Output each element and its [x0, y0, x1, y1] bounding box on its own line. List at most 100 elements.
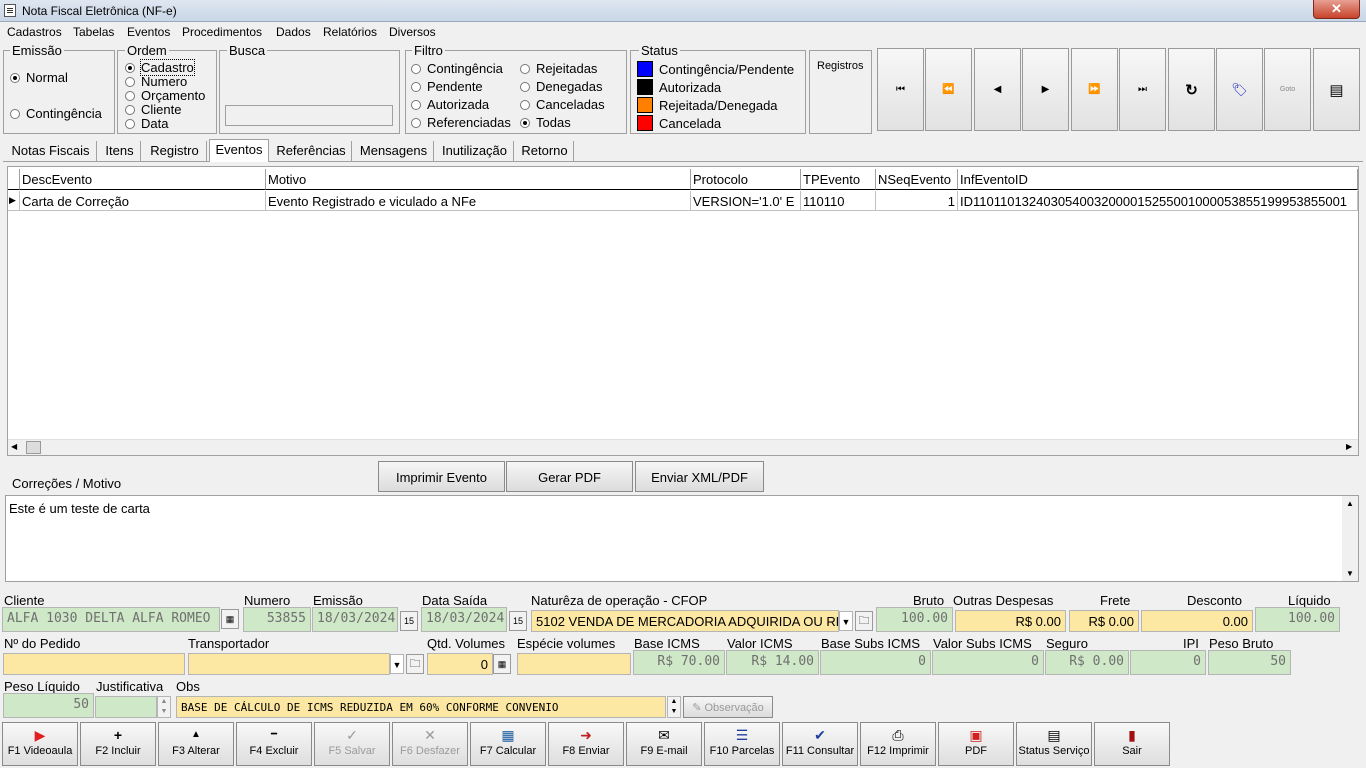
- f5-salvar-button[interactable]: ✓ F5 Salvar: [314, 722, 390, 766]
- col-header-infeventoid[interactable]: InfEventoID: [958, 169, 1358, 190]
- f8-enviar-button[interactable]: ➜ F8 Enviar: [548, 722, 624, 766]
- col-header-tpevento[interactable]: TPEvento: [801, 169, 876, 190]
- peso-bruto-field[interactable]: 50: [1208, 650, 1291, 675]
- correcoes-scrollbar[interactable]: ▲ ▼: [1342, 496, 1358, 581]
- cfop-select[interactable]: 5102 VENDA DE MERCADORIA ADQUIRIDA OU RE: [531, 610, 839, 632]
- table-cell-tpevento[interactable]: 110110: [801, 191, 876, 211]
- cfop-dropdown-icon[interactable]: ▼: [839, 611, 853, 631]
- liquido-field[interactable]: 100.00: [1255, 607, 1340, 632]
- f3-alterar-button[interactable]: ▲ F3 Alterar: [158, 722, 234, 766]
- frete-field[interactable]: R$ 0.00: [1069, 610, 1139, 632]
- filtro-denegadas-radio[interactable]: Denegadas: [520, 80, 603, 94]
- table-cell-nseqevento[interactable]: 1: [876, 191, 958, 211]
- f11-consultar-button[interactable]: ✔ F11 Consultar: [782, 722, 858, 766]
- tab-eventos[interactable]: Eventos: [209, 139, 269, 162]
- numero-field[interactable]: 53855: [243, 607, 311, 632]
- emissao-field[interactable]: 18/03/2024: [312, 607, 398, 632]
- transportador-select[interactable]: [188, 653, 390, 675]
- base-icms-field[interactable]: R$ 70.00: [633, 650, 725, 675]
- f1-videoaula-button[interactable]: ▶ F1 Videoaula: [2, 722, 78, 766]
- menu-diversos[interactable]: Diversos: [389, 25, 436, 39]
- observacao-button[interactable]: ✎ Observação: [683, 696, 773, 718]
- seguro-field[interactable]: R$ 0.00: [1045, 650, 1129, 675]
- cliente-lookup-icon[interactable]: ▦: [221, 609, 239, 629]
- tab-notas-fiscais[interactable]: Notas Fiscais: [5, 141, 97, 161]
- col-header-descevento[interactable]: DescEvento: [20, 169, 266, 190]
- emissao-normal-radio[interactable]: Normal: [10, 71, 68, 85]
- f4-excluir-button[interactable]: ━ F4 Excluir: [236, 722, 312, 766]
- ordem-cliente-radio[interactable]: Cliente: [125, 103, 181, 117]
- scroll-down-icon[interactable]: ▼: [1346, 569, 1354, 578]
- cliente-field[interactable]: ALFA 1030 DELTA ALFA ROMEO: [2, 607, 220, 632]
- prev-page-button[interactable]: ⏪: [925, 48, 972, 131]
- correcoes-textarea[interactable]: Este é um teste de carta ▲ ▼: [5, 495, 1359, 582]
- enviar-xml-pdf-button[interactable]: Enviar XML/PDF: [635, 461, 764, 492]
- gerar-pdf-button[interactable]: Gerar PDF: [506, 461, 633, 492]
- emissao-calendar-icon[interactable]: 15: [400, 611, 418, 631]
- tab-mensagens[interactable]: Mensagens: [354, 141, 434, 161]
- valor-subs-icms-field[interactable]: 0: [932, 650, 1044, 675]
- tab-retorno[interactable]: Retorno: [516, 141, 574, 161]
- f7-calcular-button[interactable]: ▦ F7 Calcular: [470, 722, 546, 766]
- next-page-button[interactable]: ⏩: [1071, 48, 1118, 131]
- filtro-rejeitadas-radio[interactable]: Rejeitadas: [520, 62, 597, 76]
- goto-button[interactable]: Goto: [1264, 48, 1311, 131]
- status-servico-button[interactable]: ▤ Status Serviço: [1016, 722, 1092, 766]
- qtd-volumes-field[interactable]: 0: [427, 653, 493, 675]
- menu-relatorios[interactable]: Relatórios: [323, 25, 377, 39]
- outras-despesas-field[interactable]: R$ 0.00: [955, 610, 1066, 632]
- f9-email-button[interactable]: ✉ F9 E-mail: [626, 722, 702, 766]
- table-cell-motivo[interactable]: Evento Registrado e viculado a NFe: [266, 191, 691, 211]
- next-record-button[interactable]: ▶: [1022, 48, 1069, 131]
- grid-horizontal-scrollbar[interactable]: ◀ ▶: [8, 439, 1358, 455]
- ipi-field[interactable]: 0: [1130, 650, 1206, 675]
- data-saida-calendar-icon[interactable]: 15: [509, 611, 527, 631]
- obs-field[interactable]: BASE DE CÁLCULO DE ICMS REDUZIDA EM 60% …: [176, 696, 666, 718]
- close-button[interactable]: ✕: [1313, 0, 1360, 19]
- ordem-numero-radio[interactable]: Numero: [125, 75, 187, 89]
- menu-dados[interactable]: Dados: [276, 25, 311, 39]
- scroll-left-icon[interactable]: ◀: [11, 442, 17, 451]
- filtro-pendente-radio[interactable]: Pendente: [411, 80, 483, 94]
- transportador-folder-icon[interactable]: 🗀: [406, 654, 424, 674]
- prev-record-button[interactable]: ◀: [974, 48, 1021, 131]
- table-cell-protocolo[interactable]: VERSION='1.0' E: [691, 191, 801, 211]
- sair-button[interactable]: ▮ Sair: [1094, 722, 1170, 766]
- imprimir-evento-button[interactable]: Imprimir Evento: [378, 461, 505, 492]
- tab-inutilizacao[interactable]: Inutilização: [436, 141, 514, 161]
- transportador-dropdown-icon[interactable]: ▼: [390, 654, 404, 674]
- especie-field[interactable]: [517, 653, 631, 675]
- emissao-contingencia-radio[interactable]: Contingência: [10, 107, 102, 121]
- data-saida-field[interactable]: 18/03/2024: [421, 607, 507, 632]
- obs-spinner-icon[interactable]: ▲ ▼: [667, 696, 681, 718]
- tab-registro[interactable]: Registro: [143, 141, 207, 161]
- busca-input[interactable]: [225, 105, 393, 126]
- justificativa-spinner-icon[interactable]: ▲ ▼: [157, 696, 171, 718]
- pedido-field[interactable]: [3, 653, 185, 675]
- f6-desfazer-button[interactable]: ✕ F6 Desfazer: [392, 722, 468, 766]
- filtro-todas-radio[interactable]: Todas: [520, 116, 571, 130]
- scroll-thumb[interactable]: [26, 441, 41, 454]
- filtro-autorizada-radio[interactable]: Autorizada: [411, 98, 489, 112]
- tab-itens[interactable]: Itens: [99, 141, 141, 161]
- table-cell-descevento[interactable]: Carta de Correção: [20, 191, 266, 211]
- tag-button[interactable]: 🏷: [1216, 48, 1263, 131]
- table-cell-infeventoid[interactable]: ID11011013240305400320000152550010000538…: [958, 191, 1358, 211]
- peso-liquido-field[interactable]: 50: [3, 693, 94, 718]
- scroll-up-icon[interactable]: ▲: [1346, 499, 1354, 508]
- col-header-motivo[interactable]: Motivo: [266, 169, 691, 190]
- filtro-canceladas-radio[interactable]: Canceladas: [520, 98, 605, 112]
- valor-icms-field[interactable]: R$ 14.00: [726, 650, 819, 675]
- cfop-folder-icon[interactable]: 🗀: [855, 611, 873, 631]
- ordem-data-radio[interactable]: Data: [125, 117, 168, 131]
- ordem-orcamento-radio[interactable]: Orçamento: [125, 89, 205, 103]
- menu-tabelas[interactable]: Tabelas: [73, 25, 114, 39]
- first-record-button[interactable]: ⏮: [877, 48, 924, 131]
- col-header-protocolo[interactable]: Protocolo: [691, 169, 801, 190]
- menu-eventos[interactable]: Eventos: [127, 25, 170, 39]
- refresh-button[interactable]: ↻: [1168, 48, 1215, 131]
- menu-cadastros[interactable]: Cadastros: [7, 25, 62, 39]
- f2-incluir-button[interactable]: + F2 Incluir: [80, 722, 156, 766]
- scroll-right-icon[interactable]: ▶: [1346, 442, 1352, 451]
- base-subs-icms-field[interactable]: 0: [820, 650, 931, 675]
